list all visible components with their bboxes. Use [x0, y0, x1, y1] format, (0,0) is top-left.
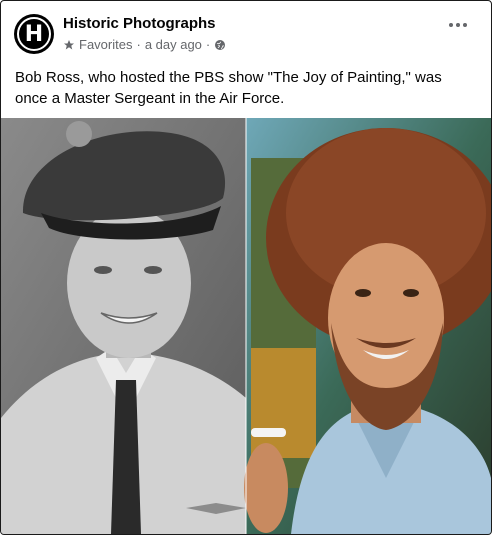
star-icon [64, 39, 74, 49]
page-name-link[interactable]: Historic Photographs [63, 15, 216, 32]
more-options-button[interactable] [447, 19, 469, 31]
page-avatar[interactable]: H [14, 14, 54, 54]
meta-separator: · [136, 37, 141, 52]
post-timestamp[interactable]: a day ago [145, 37, 202, 52]
audience-label[interactable]: Favorites [79, 37, 132, 52]
meta-separator: · [205, 37, 211, 52]
avatar-letter: H [17, 17, 51, 51]
post-caption: Bob Ross, who hosted the PBS show "The J… [15, 69, 442, 107]
post-card: H Historic Photographs Favorites · a day… [0, 0, 492, 535]
post-photo[interactable] [1, 118, 491, 534]
post-meta: Favorites · a day ago · [63, 37, 226, 52]
bob-ross-portrait [244, 118, 491, 534]
post-header: H Historic Photographs Favorites · a day… [1, 1, 491, 63]
left-soldier-portrait [1, 118, 246, 534]
globe-icon[interactable] [214, 39, 226, 51]
more-options-icon [449, 23, 453, 27]
